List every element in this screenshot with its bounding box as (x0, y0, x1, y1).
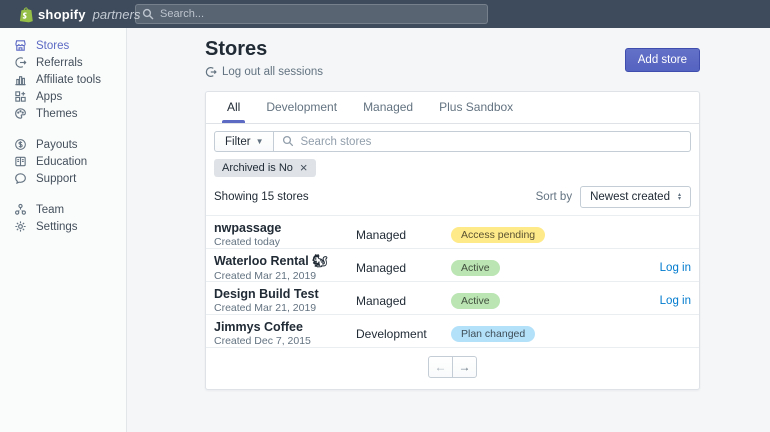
team-nodes-icon (13, 203, 27, 217)
theme-brush-icon (13, 107, 27, 121)
store-name: Waterloo Rental 🐿 (214, 254, 329, 268)
sidebar-item-label: Education (36, 155, 88, 168)
store-name: Design Build Test (214, 287, 319, 301)
login-link[interactable]: Log in (639, 295, 691, 307)
dollar-circle-icon (13, 138, 27, 152)
shopify-partners-logo[interactable]: shopify partners (18, 6, 140, 23)
bar-chart-icon (13, 73, 27, 87)
sidebar-item-label: Team (36, 203, 65, 216)
sidebar-item-team[interactable]: Team (0, 201, 126, 218)
apps-grid-icon (13, 90, 27, 104)
sidebar-divider (0, 122, 126, 136)
applied-filters: Archived is No × (214, 158, 691, 177)
store-created: Created today (214, 236, 280, 248)
storefront-icon (13, 39, 27, 53)
tab-all[interactable]: All (214, 92, 253, 123)
store-created: Created Dec 7, 2015 (214, 335, 311, 347)
store-type: Managed (356, 293, 407, 308)
table-row[interactable]: Jimmys Coffee Created Dec 7, 2015 Develo… (206, 314, 699, 347)
table-row[interactable]: nwpassage Created today Managed Access p… (206, 215, 699, 248)
store-search-input[interactable] (274, 131, 691, 152)
filter-button-label: Filter (225, 135, 251, 148)
status-badge: Access pending (451, 226, 546, 243)
status-badge: Plan changed (451, 325, 536, 342)
store-created: Created Mar 21, 2019 (214, 302, 317, 314)
sidebar-item-label: Apps (36, 90, 63, 103)
store-type: Development (356, 326, 427, 341)
search-icon (142, 8, 154, 20)
tab-plus-sandbox[interactable]: Plus Sandbox (426, 92, 526, 123)
chevron-down-icon: ▼ (255, 137, 264, 146)
brand-name-light: partners (92, 6, 141, 22)
filter-tag-label: Archived is No (222, 162, 293, 174)
store-name: Jimmys Coffee (214, 320, 303, 334)
table-row[interactable]: Waterloo Rental 🐿 Created Mar 21, 2019 M… (206, 248, 699, 282)
showing-count: Showing 15 stores (214, 191, 309, 203)
sidebar-divider (0, 187, 126, 201)
sidebar-item-themes[interactable]: Themes (0, 105, 126, 122)
store-search[interactable] (274, 131, 691, 152)
store-type: Managed (356, 227, 407, 242)
shopify-bag-icon (19, 6, 33, 22)
sidebar-item-education[interactable]: Education (0, 153, 126, 170)
sidebar-item-label: Stores (36, 39, 70, 52)
sidebar-item-stores[interactable]: Stores (0, 37, 126, 54)
sort-by-label: Sort by (535, 191, 573, 203)
next-page-button[interactable]: → (452, 356, 477, 378)
sidebar-item-affiliate-tools[interactable]: Affiliate tools (0, 71, 126, 88)
search-icon (283, 135, 294, 147)
store-type: Managed (356, 261, 407, 275)
store-created: Created Mar 21, 2019 (214, 270, 317, 282)
global-search-input[interactable] (135, 4, 488, 24)
topbar: shopify partners (0, 0, 770, 28)
global-search[interactable] (135, 4, 488, 24)
close-icon[interactable]: × (300, 161, 308, 174)
sidebar-item-label: Support (36, 172, 77, 185)
list-meta-row: Showing 15 stores Sort by Newest created… (214, 186, 691, 208)
sidebar-item-label: Payouts (36, 138, 78, 151)
sidebar-item-payouts[interactable]: Payouts (0, 136, 126, 153)
page-header: Stores Log out all sessions Add store (205, 28, 700, 78)
sidebar-item-label: Affiliate tools (36, 73, 101, 86)
sort-arrows-icon: ▴ ▾ (677, 192, 681, 202)
sidebar: Stores Referrals Affiliate tools Apps Th… (0, 28, 127, 432)
sidebar-item-label: Themes (36, 107, 78, 120)
sort-select-value: Newest created (590, 191, 670, 203)
logout-link-label: Log out all sessions (222, 66, 324, 78)
gear-icon (13, 220, 27, 234)
sidebar-item-apps[interactable]: Apps (0, 88, 126, 105)
store-tabs: All Development Managed Plus Sandbox (206, 92, 699, 124)
sort-select[interactable]: Newest created ▴ ▾ (580, 186, 691, 208)
sidebar-item-settings[interactable]: Settings (0, 218, 126, 235)
stores-card: All Development Managed Plus Sandbox Fil… (205, 91, 700, 390)
table-row[interactable]: Design Build Test Created Mar 21, 2019 M… (206, 281, 699, 314)
brand-name-bold: shopify (38, 6, 86, 22)
previous-page-button[interactable]: ← (428, 356, 453, 378)
sidebar-item-support[interactable]: Support (0, 170, 126, 187)
logout-icon (205, 67, 217, 77)
filter-tag-archived[interactable]: Archived is No × (214, 159, 316, 177)
filter-button[interactable]: Filter ▼ (214, 131, 275, 152)
add-store-button[interactable]: Add store (624, 48, 700, 72)
filter-row: Filter ▼ (214, 131, 691, 152)
sidebar-item-label: Settings (36, 220, 78, 233)
sidebar-item-referrals[interactable]: Referrals (0, 54, 126, 71)
tab-managed[interactable]: Managed (350, 92, 426, 123)
referral-arrow-icon (13, 56, 27, 70)
status-badge: Active (451, 260, 500, 276)
store-name: nwpassage (214, 221, 282, 235)
main-content: Stores Log out all sessions Add store Al… (127, 28, 770, 432)
status-badge: Active (451, 292, 500, 309)
sidebar-item-label: Referrals (36, 56, 83, 69)
login-link[interactable]: Log in (639, 262, 691, 274)
pagination: ← → (206, 347, 699, 389)
chat-bubble-icon (13, 172, 27, 186)
tab-development[interactable]: Development (253, 92, 350, 123)
book-icon (13, 155, 27, 169)
